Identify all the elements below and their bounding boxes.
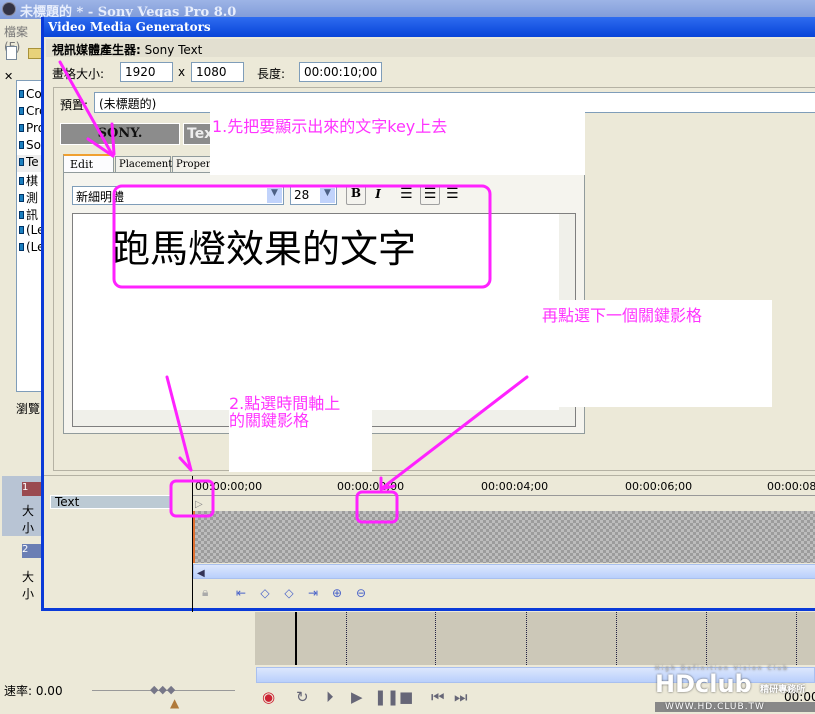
annotation-overlay xyxy=(58,60,529,524)
highlight-next-keyframe xyxy=(355,490,399,524)
arrow-step3 xyxy=(379,375,529,491)
highlight-first-keyframe xyxy=(169,479,215,518)
arrow-step2 xyxy=(165,375,193,472)
arrow-step1 xyxy=(58,60,115,158)
highlight-text-box xyxy=(112,184,492,289)
